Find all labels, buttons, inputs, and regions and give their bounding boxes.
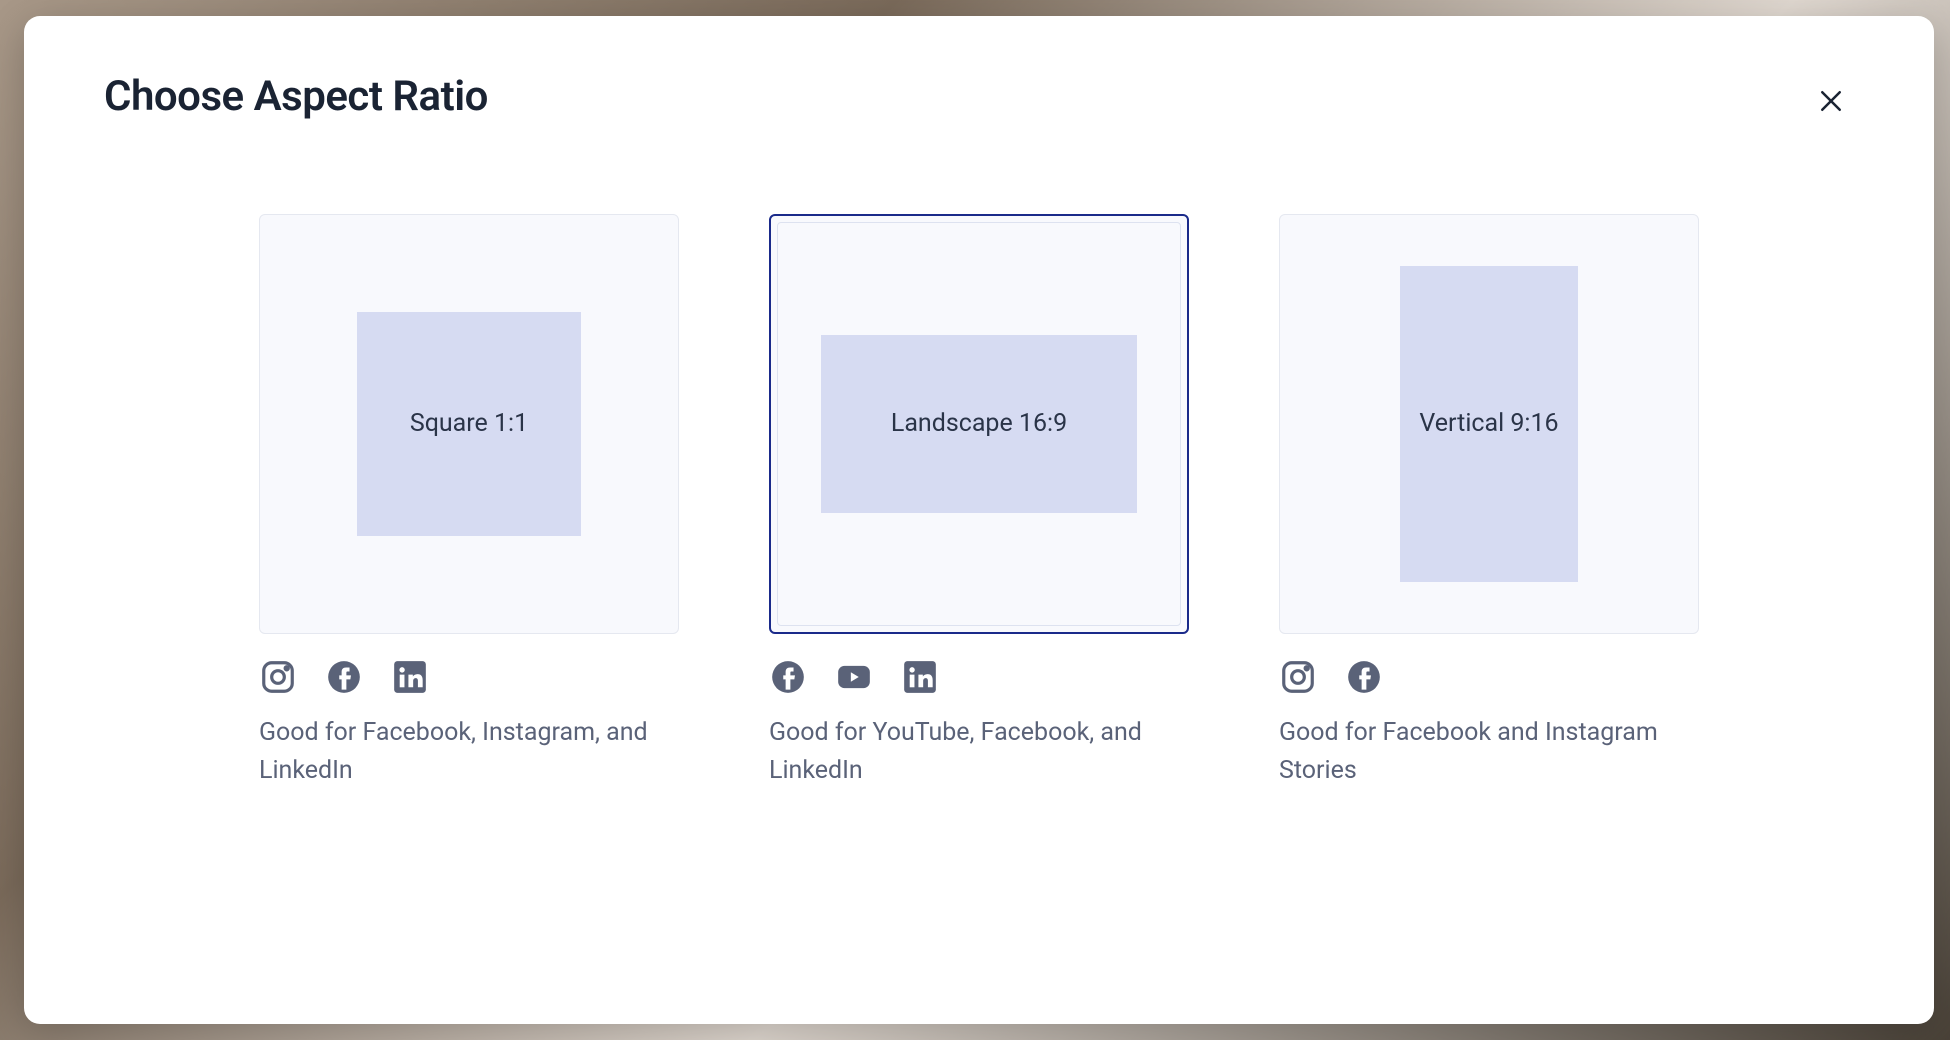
- aspect-ratio-options: Square 1:1: [104, 214, 1854, 789]
- vertical-shape: Vertical 9:16: [1400, 266, 1578, 582]
- option-vertical-caption: Good for Facebook and Instagram Stories: [1279, 714, 1699, 789]
- linkedin-icon: [391, 658, 429, 696]
- option-landscape: Landscape 16:9 Good fo: [769, 214, 1189, 789]
- instagram-icon: [259, 658, 297, 696]
- option-label: Square 1:1: [410, 405, 528, 443]
- option-vertical-icons: [1279, 658, 1699, 696]
- option-label: Landscape 16:9: [891, 405, 1067, 443]
- instagram-icon: [1279, 658, 1317, 696]
- modal-header: Choose Aspect Ratio: [104, 72, 1854, 124]
- option-vertical-card[interactable]: Vertical 9:16: [1279, 214, 1699, 634]
- facebook-icon: [769, 658, 807, 696]
- option-landscape-icons: [769, 658, 1189, 696]
- linkedin-icon: [901, 658, 939, 696]
- option-square: Square 1:1: [259, 214, 679, 789]
- youtube-icon: [835, 658, 873, 696]
- landscape-shape: Landscape 16:9: [821, 335, 1137, 513]
- option-landscape-caption: Good for YouTube, Facebook, and LinkedIn: [769, 714, 1189, 789]
- option-label: Vertical 9:16: [1419, 405, 1558, 443]
- option-landscape-card[interactable]: Landscape 16:9: [769, 214, 1189, 634]
- close-button[interactable]: [1808, 78, 1854, 124]
- aspect-ratio-modal: Choose Aspect Ratio Square 1:1: [24, 16, 1934, 1024]
- facebook-icon: [325, 658, 363, 696]
- option-square-icons: [259, 658, 679, 696]
- option-square-card[interactable]: Square 1:1: [259, 214, 679, 634]
- option-vertical: Vertical 9:16 Good for Facebook and Inst…: [1279, 214, 1699, 789]
- facebook-icon: [1345, 658, 1383, 696]
- option-square-caption: Good for Facebook, Instagram, and Linked…: [259, 714, 679, 789]
- square-shape: Square 1:1: [357, 312, 581, 536]
- close-icon: [1816, 86, 1846, 116]
- modal-title: Choose Aspect Ratio: [104, 72, 488, 121]
